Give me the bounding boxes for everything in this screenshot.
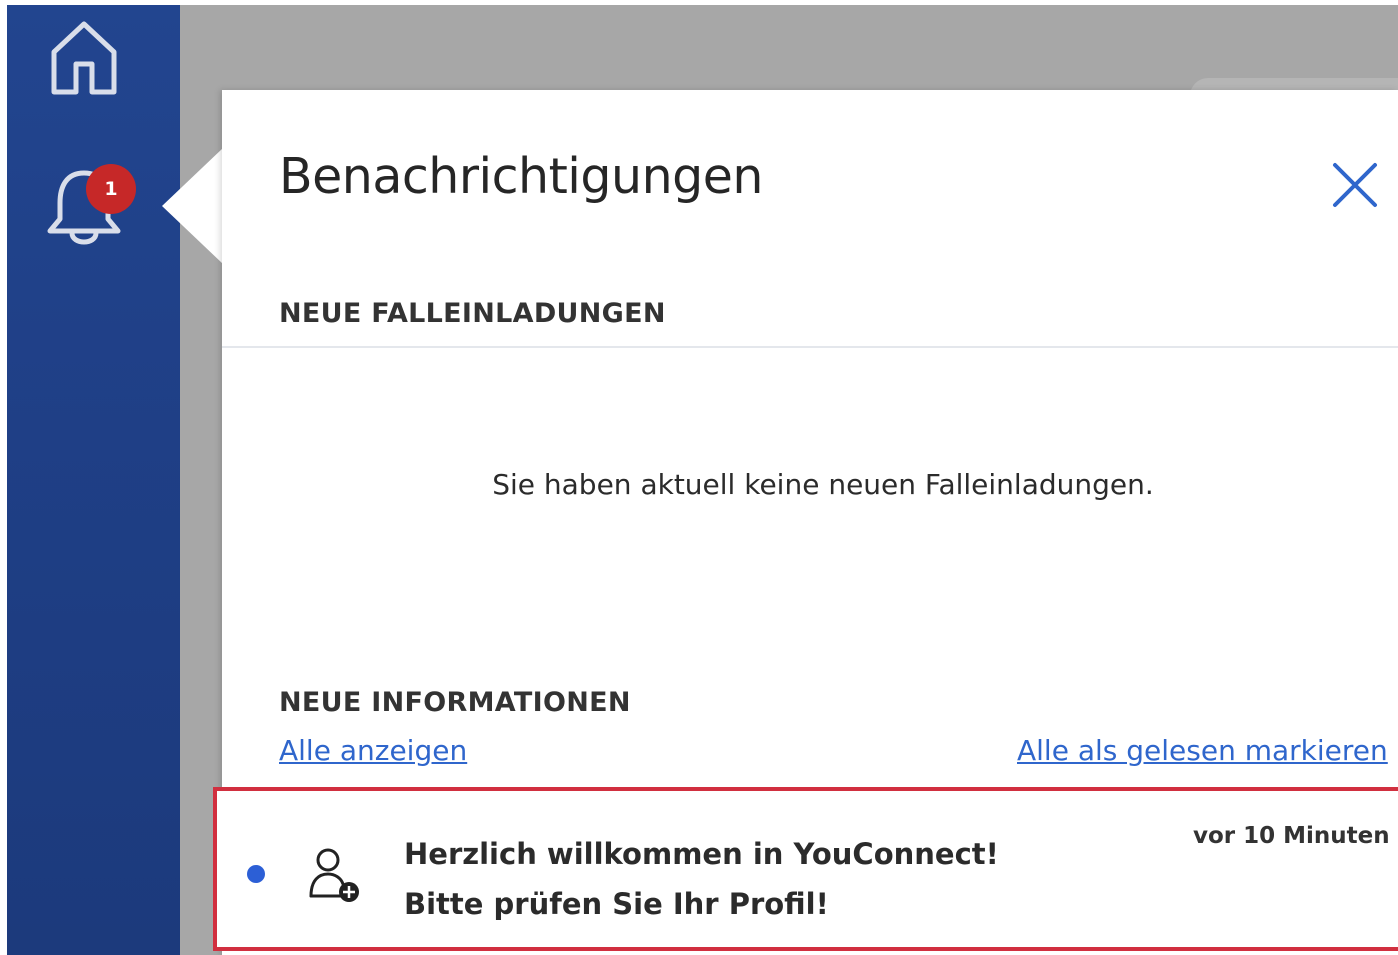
information-heading: NEUE INFORMATIONEN	[279, 687, 631, 718]
left-strip	[0, 0, 7, 955]
sidebar	[7, 5, 180, 955]
panel-pointer	[162, 148, 223, 264]
panel-title: Benachrichtigungen	[279, 148, 763, 205]
show-all-link[interactable]: Alle anzeigen	[279, 734, 467, 767]
close-icon[interactable]	[1330, 160, 1380, 210]
home-icon[interactable]	[48, 18, 120, 96]
empty-invites-message: Sie haben aktuell keine neuen Falleinlad…	[492, 468, 1154, 501]
section-divider	[222, 346, 1398, 348]
notification-time: vor 10 Minuten	[1193, 823, 1390, 849]
mark-all-read-link[interactable]: Alle als gelesen markieren	[1017, 734, 1388, 767]
invites-heading: NEUE FALLEINLADUNGEN	[279, 298, 666, 329]
notification-item[interactable]: Herzlich willkommen in YouConnect! Bitte…	[213, 787, 1398, 951]
notification-message: Herzlich willkommen in YouConnect! Bitte…	[404, 837, 999, 921]
add-user-icon	[309, 848, 359, 902]
unread-indicator	[247, 865, 265, 883]
notification-count-badge: 1	[86, 164, 136, 214]
notifications-panel: Benachrichtigungen NEUE FALLEINLADUNGEN …	[213, 90, 1398, 955]
